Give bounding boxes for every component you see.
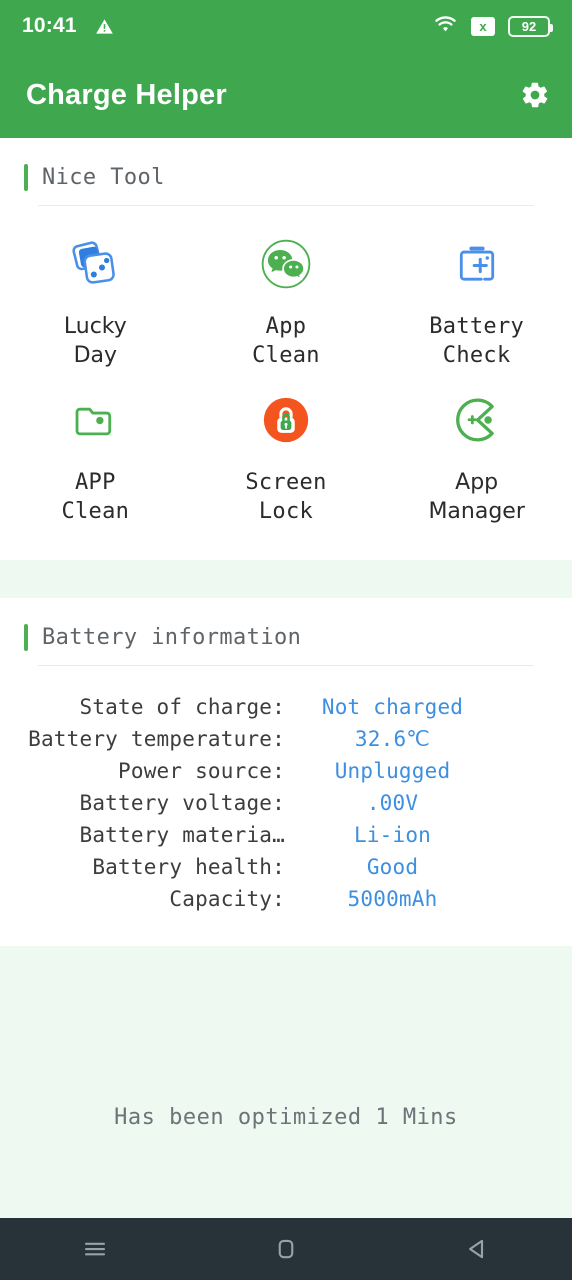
tool-app-clean-wechat[interactable]: App Clean xyxy=(191,232,382,370)
info-value: Not charged xyxy=(321,695,464,719)
info-row: Battery materia… Li-ion xyxy=(0,820,572,850)
back-triangle-icon[interactable] xyxy=(432,1218,522,1280)
info-value: 5000mAh xyxy=(347,887,438,911)
tool-app-clean-folder[interactable]: APP Clean xyxy=(0,388,191,526)
tools-card: Nice Tool Lucky Day App Clean Battery Ch… xyxy=(0,138,572,560)
pacman-icon xyxy=(449,388,505,452)
section-accent-bar xyxy=(24,164,28,191)
section-gap xyxy=(0,560,572,598)
tools-section-title: Nice Tool xyxy=(42,165,165,190)
chat-bubbles-icon xyxy=(258,232,314,296)
info-value: Good xyxy=(366,855,419,879)
menu-recents-icon[interactable] xyxy=(50,1218,140,1280)
battery-info-card: Battery information State of charge: Not… xyxy=(0,598,572,946)
warning-triangle-icon xyxy=(95,17,114,36)
tool-app-manager[interactable]: App Manager xyxy=(381,388,572,526)
section-accent-bar xyxy=(24,624,28,651)
info-value: Li-ion xyxy=(353,823,432,847)
info-label: Battery materia… xyxy=(79,823,285,847)
info-label: Battery health: xyxy=(92,855,285,879)
info-row: Battery temperature: 32.6℃ xyxy=(0,724,572,754)
folder-icon xyxy=(69,388,121,452)
tool-lucky-day[interactable]: Lucky Day xyxy=(0,232,191,370)
android-nav-bar xyxy=(0,1218,572,1280)
battery-section-title: Battery information xyxy=(42,625,302,650)
tool-screen-lock[interactable]: Screen Lock xyxy=(191,388,382,526)
tool-label: Lucky Day xyxy=(63,314,127,368)
info-label: State of charge: xyxy=(79,695,285,719)
dice-icon xyxy=(67,232,123,296)
status-clock: 10:41 xyxy=(22,14,77,37)
tool-label: Battery Check xyxy=(429,314,525,368)
home-square-icon[interactable] xyxy=(241,1218,331,1280)
tool-label: App Clean xyxy=(252,314,320,368)
info-label: Battery temperature: xyxy=(28,727,285,751)
info-row: Power source: Unplugged xyxy=(0,756,572,786)
app-screen: 10:41 x 92 Charge Helper Nice Tool Lucky… xyxy=(0,0,572,1280)
battery-plus-icon xyxy=(451,232,503,296)
page-title: Charge Helper xyxy=(26,78,227,111)
info-value: .00V xyxy=(366,791,419,815)
battery-status-icon: 92 xyxy=(508,15,553,37)
info-row: Capacity: 5000mAh xyxy=(0,884,572,914)
footer-area: Has been optimized 1 Mins xyxy=(0,995,572,1218)
info-value: 32.6℃ xyxy=(354,727,431,751)
tool-label: App Manager xyxy=(428,470,525,524)
wifi-icon xyxy=(433,15,458,38)
battery-info-list: State of charge: Not charged Battery tem… xyxy=(0,666,572,946)
info-row: Battery voltage: .00V xyxy=(0,788,572,818)
tool-label: APP Clean xyxy=(61,470,130,524)
tool-label: Screen Lock xyxy=(245,470,327,524)
gear-icon[interactable] xyxy=(520,80,550,110)
info-label: Battery voltage: xyxy=(79,791,285,815)
optimized-status-text: Has been optimized 1 Mins xyxy=(114,1105,458,1130)
lock-circle-icon xyxy=(258,388,314,452)
info-label: Power source: xyxy=(118,759,285,783)
signal-x-icon: x xyxy=(471,16,495,36)
tools-grid: Lucky Day App Clean Battery Check APP Cl… xyxy=(0,206,572,560)
app-bar: Charge Helper xyxy=(0,52,572,138)
info-label: Capacity: xyxy=(169,887,285,911)
battery-level-label: 92 xyxy=(521,18,537,34)
info-row: State of charge: Not charged xyxy=(0,692,572,722)
info-value: Unplugged xyxy=(334,759,451,783)
info-row: Battery health: Good xyxy=(0,852,572,882)
tool-battery-check[interactable]: Battery Check xyxy=(381,232,572,370)
tools-section-header: Nice Tool xyxy=(0,138,572,205)
status-icons: x 92 xyxy=(433,15,553,38)
status-bar: 10:41 x 92 xyxy=(0,0,572,52)
battery-section-header: Battery information xyxy=(0,598,572,665)
